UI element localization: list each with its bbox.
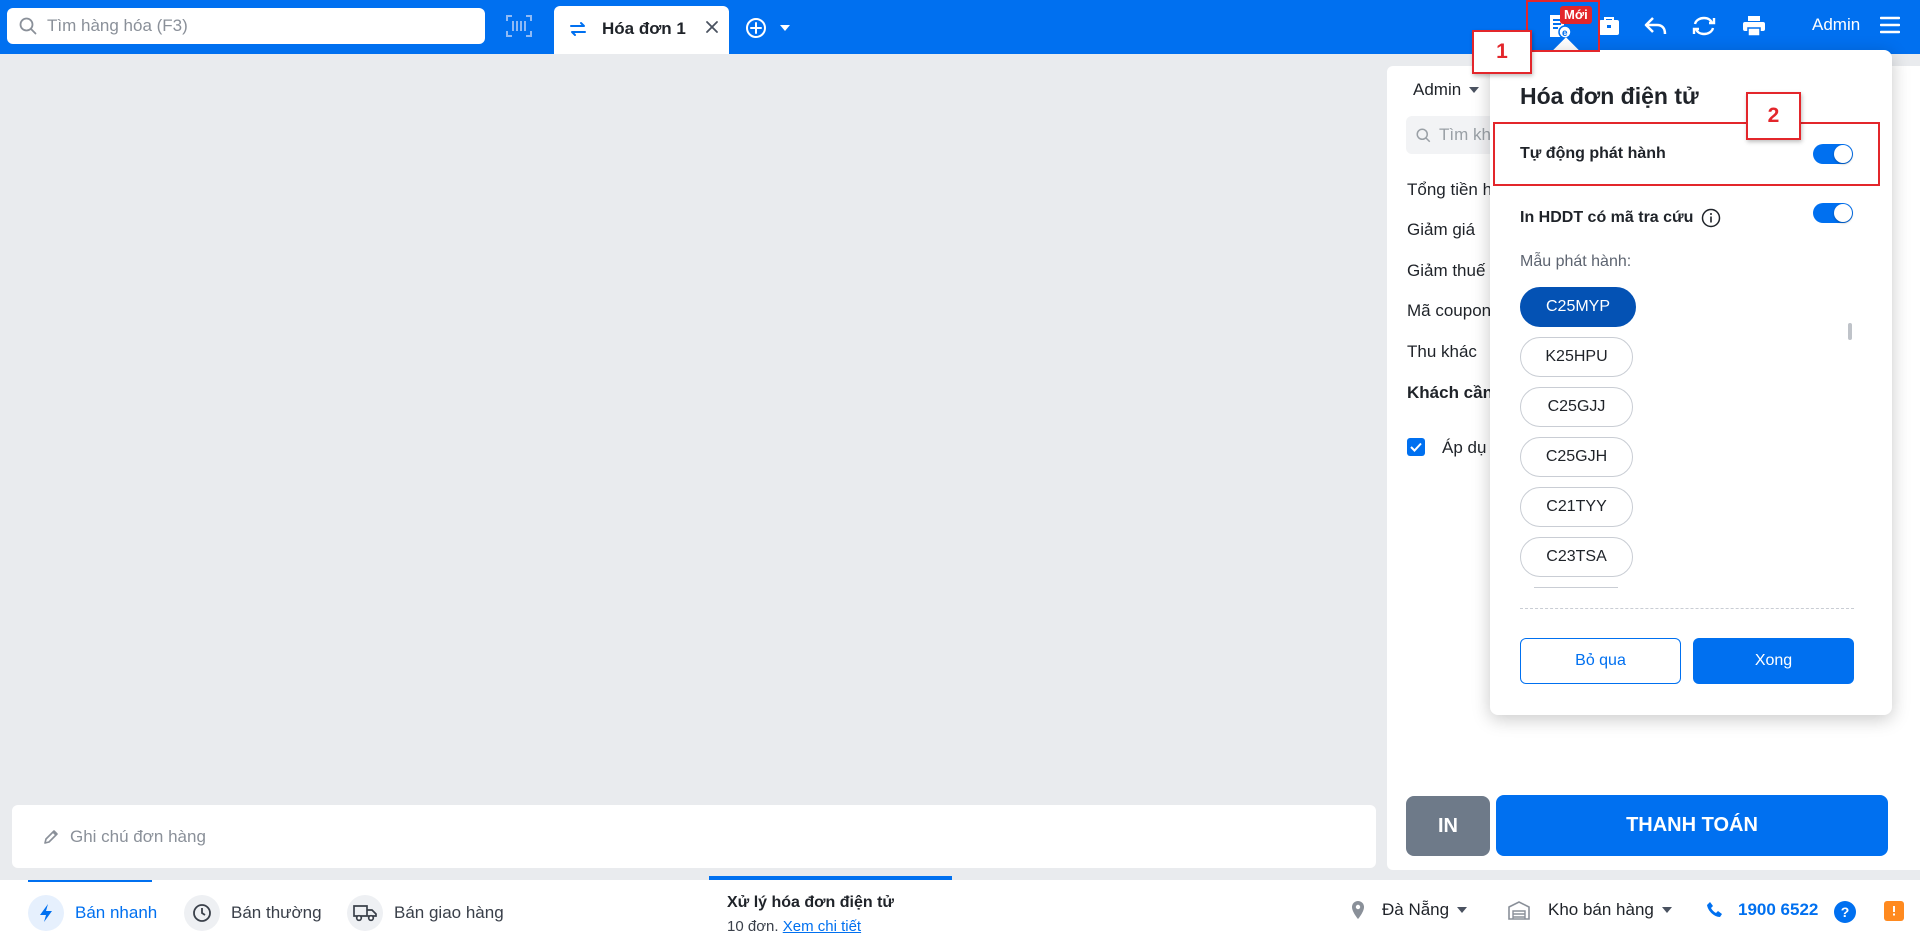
callout-2: 2 [1746,92,1801,140]
total-label: Tổng tiền h [1407,180,1493,199]
print-lookup-row: In HDDT có mã tra cứu [1520,208,1721,228]
user-menu[interactable]: Admin [1812,15,1860,35]
print-button[interactable]: IN [1406,796,1490,856]
printer-icon[interactable] [1742,15,1766,37]
template-chip[interactable]: C23TSA [1520,537,1633,577]
order-note-field[interactable]: Ghi chú đơn hàng [12,805,1376,868]
popup-scrollbar[interactable] [1848,323,1852,340]
pay-button[interactable]: THANH TOÁN [1496,795,1888,856]
highlight-box-2 [1493,122,1880,186]
barcode-scan-icon[interactable] [506,15,532,37]
location-select[interactable]: Đà Nẵng [1350,900,1468,920]
truck-icon [347,895,383,931]
order-note-placeholder: Ghi chú đơn hàng [70,826,206,846]
popup-divider [1520,608,1854,609]
add-tab-icon[interactable] [745,17,767,39]
tab-delivery-sale[interactable]: Bán giao hàng [347,895,504,931]
clock-icon [184,895,220,931]
info-icon[interactable] [1701,208,1721,228]
apply-checkbox[interactable] [1407,438,1425,456]
chevron-down-icon [1469,87,1480,93]
e-invoice-notice-title: Xử lý hóa đơn điện tử [727,894,894,911]
chevron-down-icon[interactable] [779,23,791,33]
active-tab-indicator [28,880,152,882]
warehouse-label: Kho bán hàng [1548,900,1654,919]
templates-label: Mẫu phát hành: [1520,253,1632,270]
chat-icon[interactable] [1884,901,1904,921]
popup-title: Hóa đơn điện tử [1520,83,1699,109]
print-lookup-label: In HDDT có mã tra cứu [1520,209,1694,226]
phone-icon [1707,902,1722,917]
other-income-label: Thu khác [1407,342,1477,361]
skip-button[interactable]: Bỏ qua [1520,638,1681,684]
product-search-box[interactable] [7,8,485,44]
hotline[interactable]: 1900 6522 [1706,900,1818,920]
undo-icon[interactable] [1644,15,1668,37]
customer-pay-label: Khách cần [1407,383,1493,402]
invoice-tab-label: Hóa đơn 1 [602,19,686,38]
print-lookup-toggle[interactable] [1813,203,1853,223]
view-details-link[interactable]: Xem chi tiết [783,918,861,935]
coupon-label: Mã coupon [1407,301,1492,320]
done-button[interactable]: Xong [1693,638,1854,684]
warehouse-select[interactable]: Kho bán hàng [1508,900,1672,920]
sync-icon[interactable] [1692,15,1716,37]
customer-search-placeholder: Tìm kh [1439,125,1491,144]
template-chip[interactable]: C25GJJ [1520,387,1633,427]
tab-normal-sale-label: Bán thường [231,903,322,922]
template-chip-clipped [1534,587,1618,589]
briefcase-icon[interactable] [1598,15,1620,37]
callout-1: 1 [1472,30,1532,74]
close-icon[interactable] [702,16,722,38]
template-chip[interactable]: K25HPU [1520,337,1633,377]
swap-icon[interactable] [568,19,588,39]
e-invoice-notice-text: 10 đơn. Xem chi tiết [727,918,861,935]
location-label: Đà Nẵng [1382,900,1450,919]
template-chip[interactable]: C25MYP [1520,287,1636,327]
tax-discount-label: Giảm thuế [1407,261,1486,280]
checkmark-icon [1410,442,1422,452]
hotline-number: 1900 6522 [1738,900,1819,919]
chevron-down-icon [1457,907,1468,913]
apply-label: Áp dụ [1442,438,1487,457]
e-invoice-count: 10 đơn. [727,918,779,935]
location-pin-icon [1352,901,1364,919]
tab-normal-sale[interactable]: Bán thường [184,895,322,931]
seller-name: Admin [1413,80,1462,99]
search-icon [19,17,37,35]
invoice-tab[interactable]: Hóa đơn 1 [554,6,729,54]
highlight-box-1 [1526,0,1600,52]
chevron-down-icon [1661,907,1672,913]
hamburger-menu-icon[interactable] [1880,16,1900,34]
tab-quick-sale-label: Bán nhanh [75,903,158,922]
e-invoice-notice[interactable]: Xử lý hóa đơn điện tử 10 đơn. Xem chi ti… [709,876,952,941]
pencil-icon [44,829,58,844]
warehouse-icon [1508,901,1530,920]
seller-select[interactable]: Admin [1413,80,1480,100]
help-icon[interactable]: ? [1834,901,1856,923]
template-chip[interactable]: C25GJH [1520,437,1633,477]
discount-label: Giảm giá [1407,220,1476,239]
product-search-input[interactable] [47,16,467,36]
template-chip[interactable]: C21TYY [1520,487,1633,527]
search-icon [1416,128,1431,142]
tab-delivery-sale-label: Bán giao hàng [394,903,504,922]
lightning-icon [28,895,64,931]
tab-quick-sale[interactable]: Bán nhanh [28,895,157,931]
